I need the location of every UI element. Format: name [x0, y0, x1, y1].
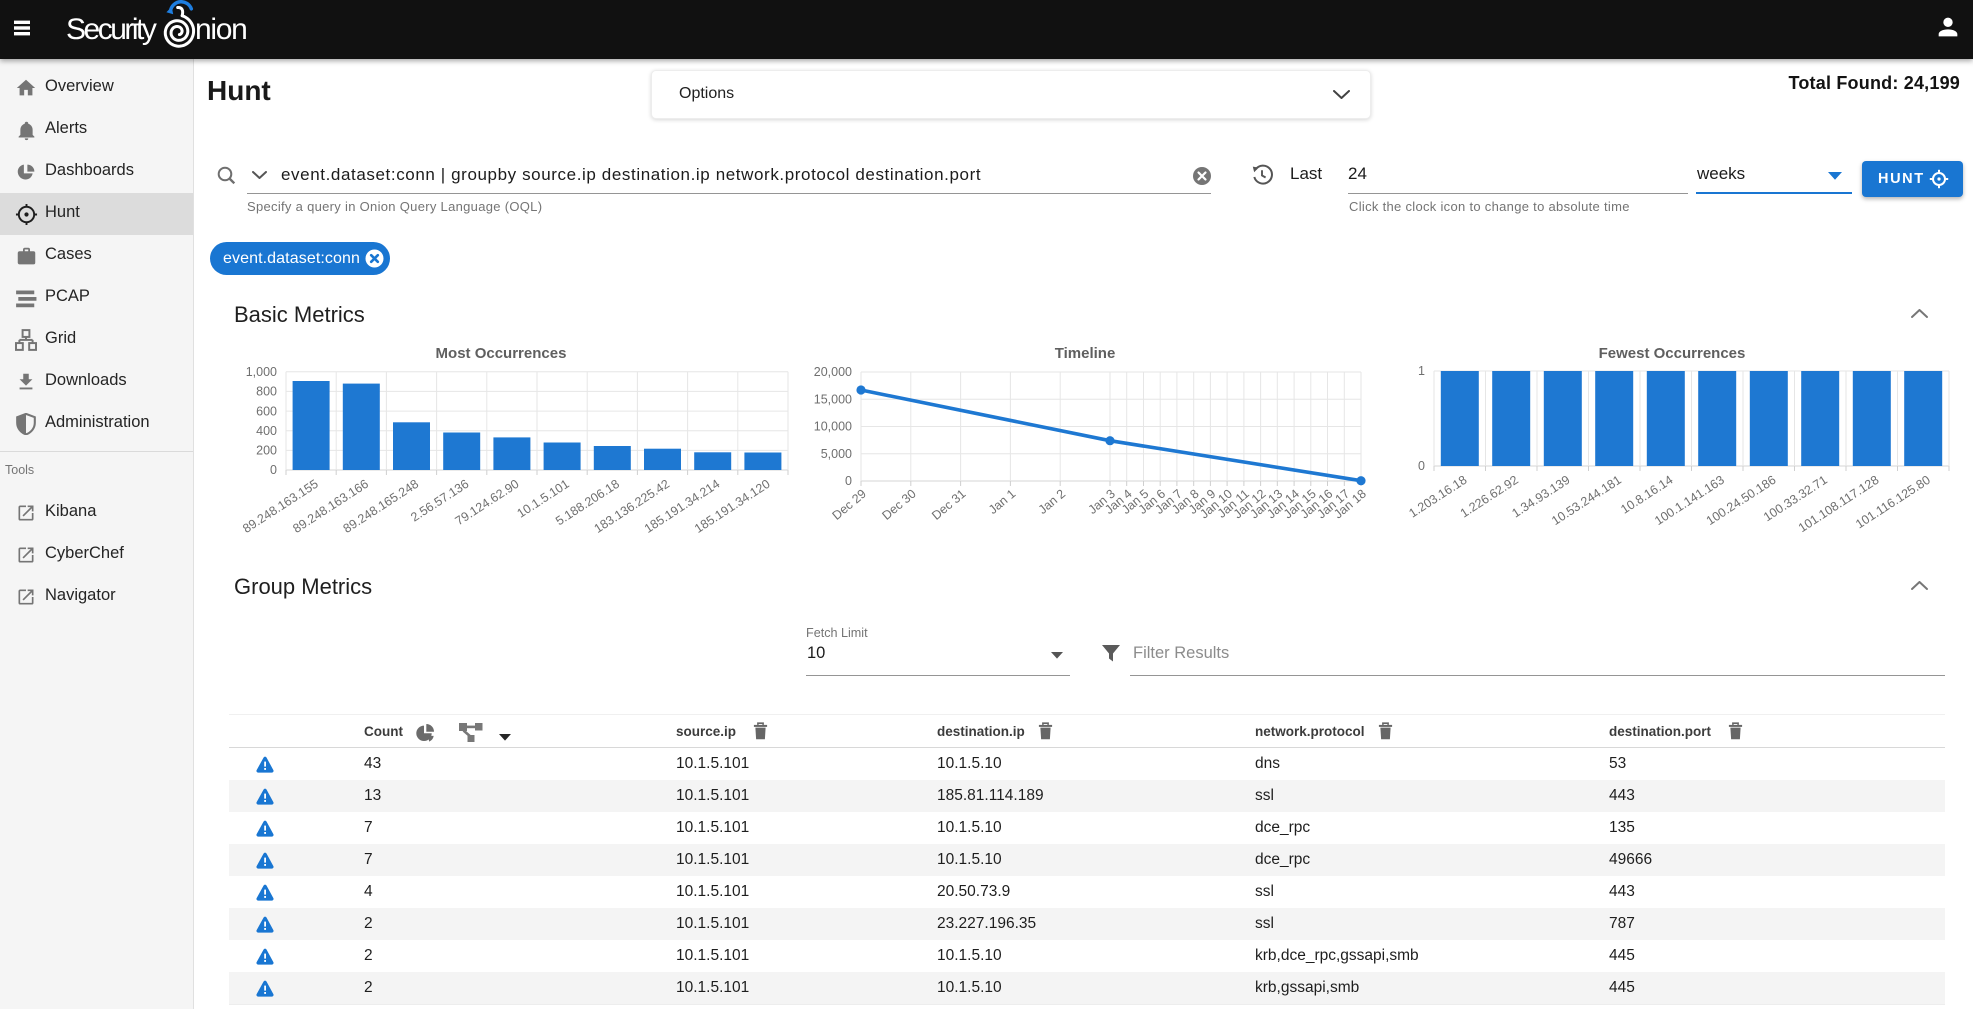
svg-text:0: 0	[845, 474, 852, 488]
svg-text:5,000: 5,000	[821, 447, 852, 461]
svg-text:600: 600	[256, 404, 277, 418]
svg-text:0: 0	[1418, 459, 1425, 473]
svg-text:Dec 29: Dec 29	[830, 487, 869, 523]
svg-text:Timeline: Timeline	[1055, 345, 1116, 362]
svg-text:1,000: 1,000	[246, 365, 277, 379]
svg-text:1: 1	[1418, 364, 1425, 378]
svg-text:Jan 1: Jan 1	[986, 487, 1018, 517]
svg-text:0: 0	[270, 463, 277, 477]
svg-text:200: 200	[256, 444, 277, 458]
svg-text:20,000: 20,000	[814, 365, 852, 379]
svg-text:400: 400	[256, 424, 277, 438]
svg-text:Jan 2: Jan 2	[1036, 487, 1068, 517]
svg-text:800: 800	[256, 385, 277, 399]
svg-text:15,000: 15,000	[814, 393, 852, 407]
svg-text:Most Occurrences: Most Occurrences	[436, 345, 567, 362]
svg-text:Fewest Occurrences: Fewest Occurrences	[1599, 345, 1746, 362]
svg-text:10,000: 10,000	[814, 420, 852, 434]
svg-text:Dec 30: Dec 30	[879, 487, 918, 523]
svg-text:Dec 31: Dec 31	[929, 487, 968, 523]
